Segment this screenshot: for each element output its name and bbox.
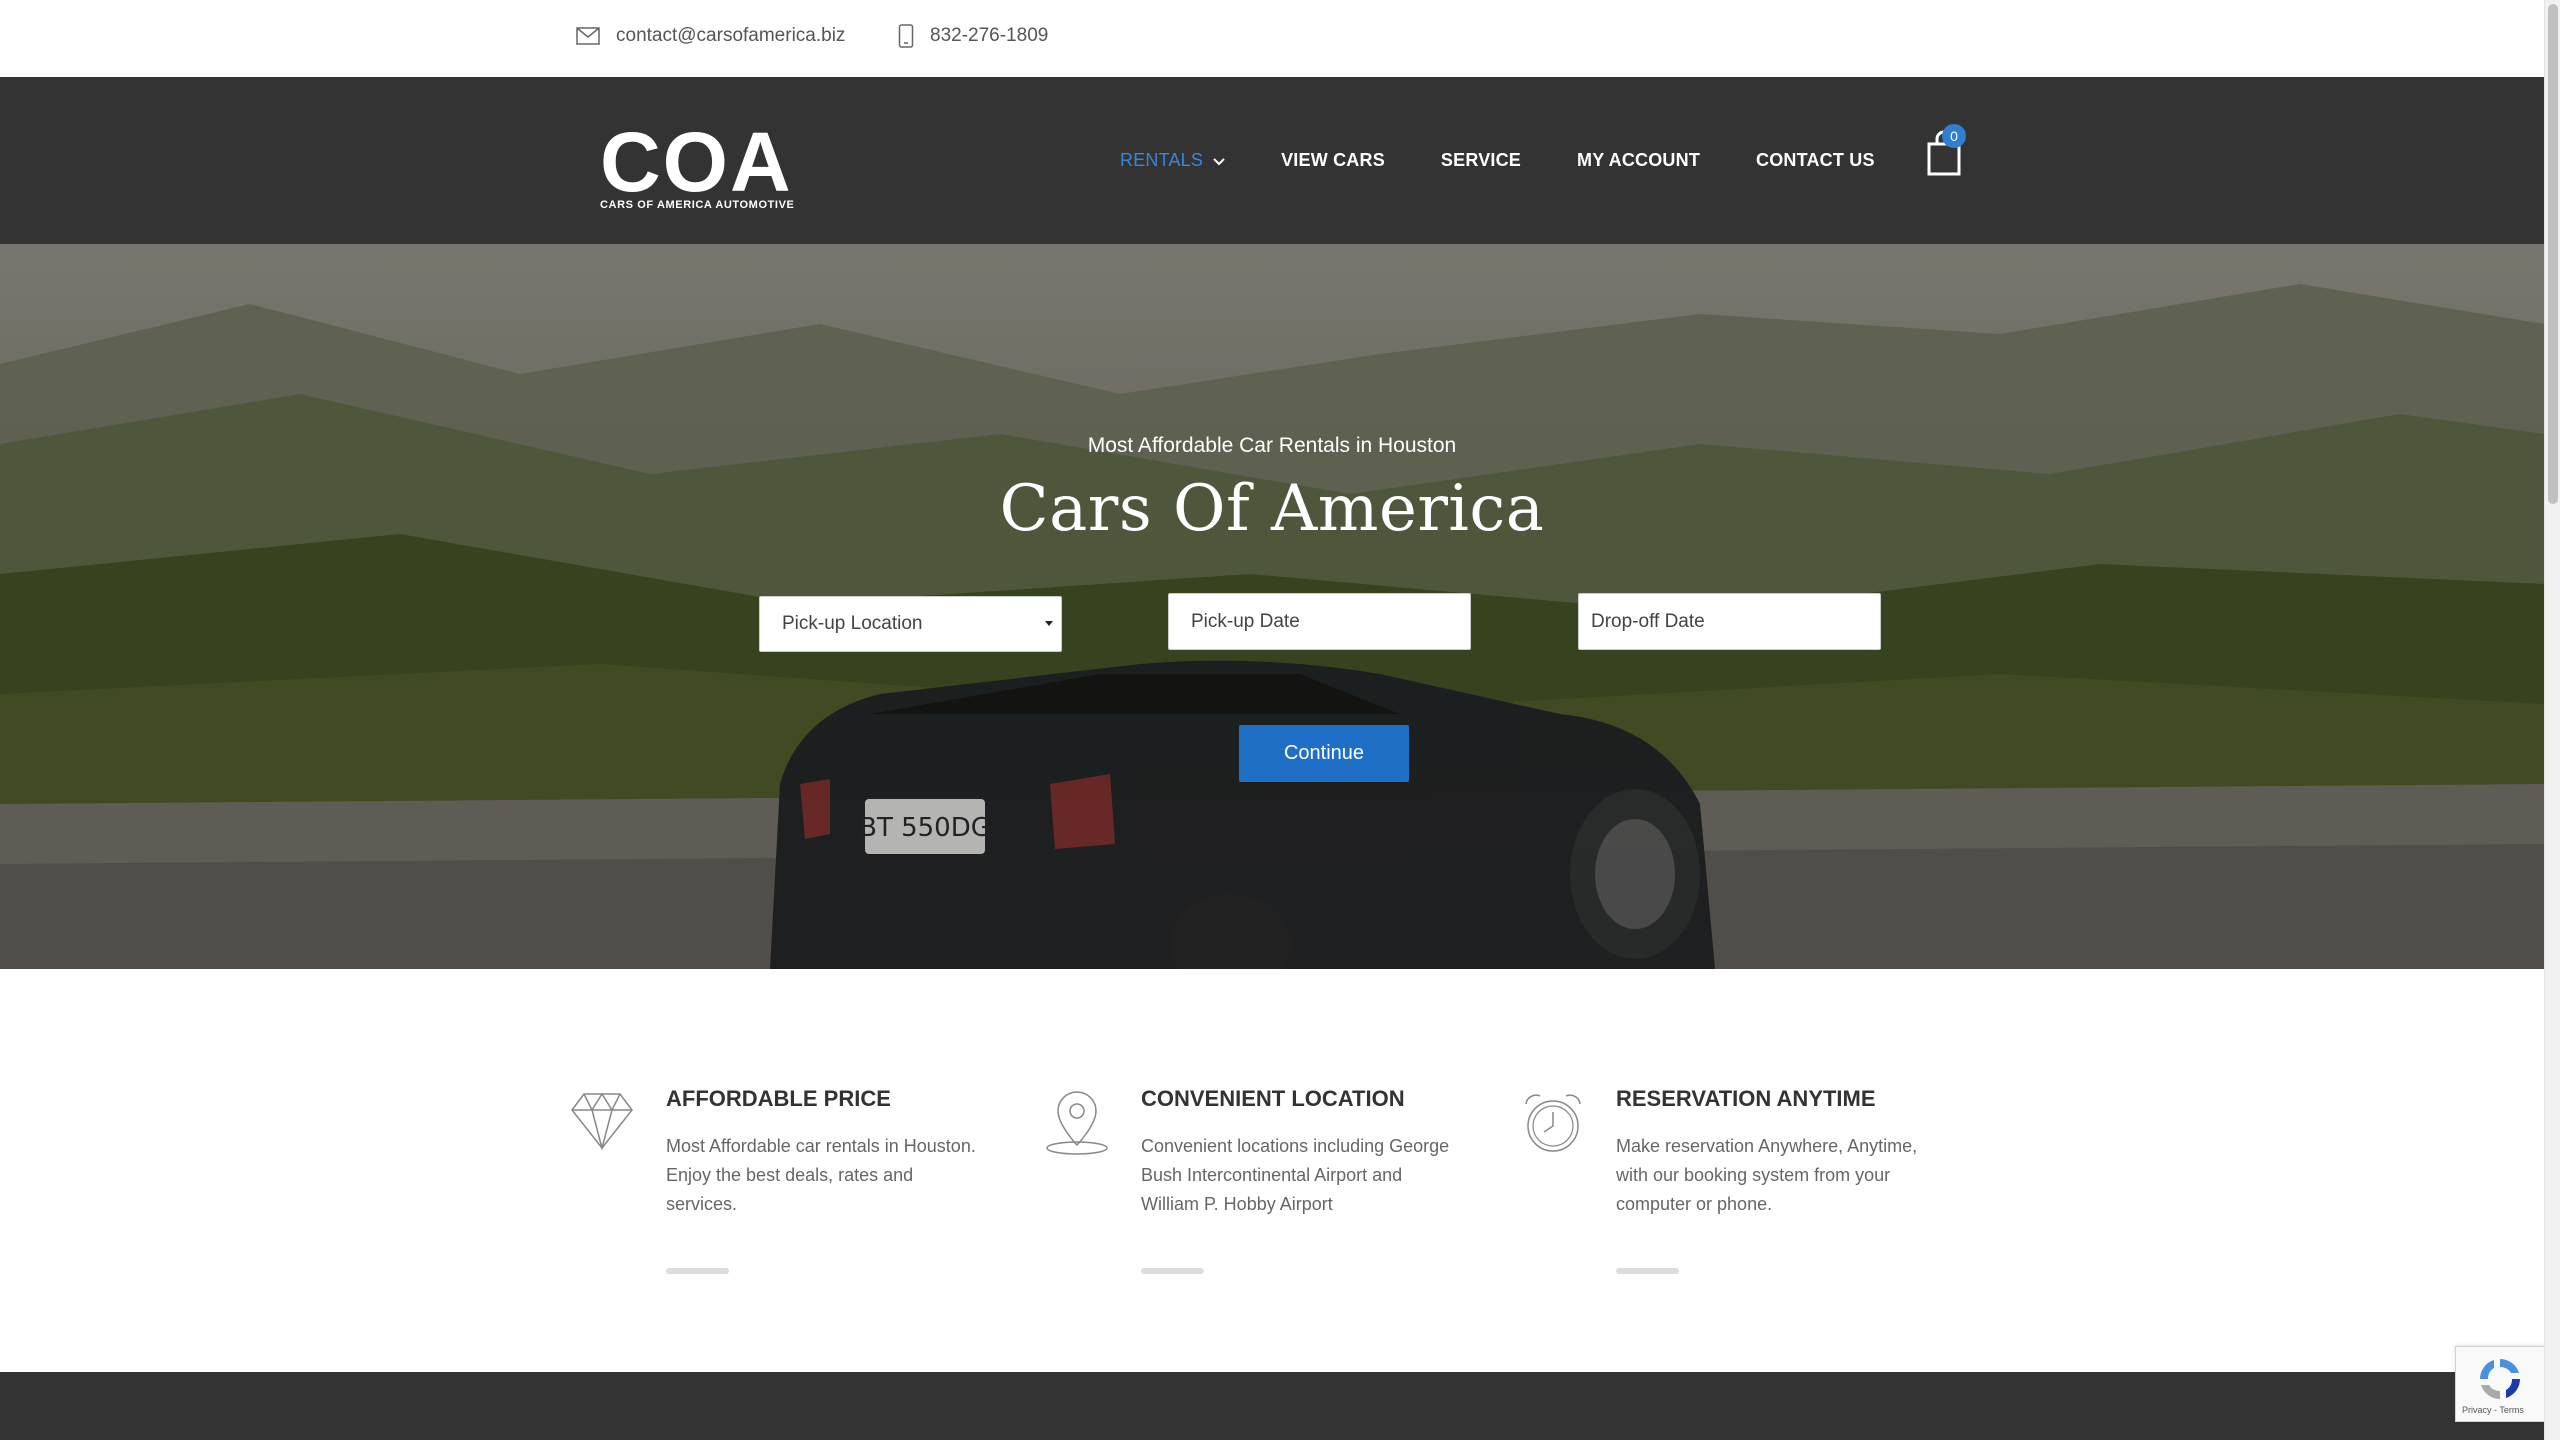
hero-subtitle: Most Affordable Car Rentals in Houston bbox=[1087, 434, 1457, 457]
scrollbar-thumb[interactable] bbox=[2548, 4, 2558, 504]
feature-title: AFFORDABLE PRICE bbox=[666, 1086, 891, 1111]
cart-button[interactable]: 0 bbox=[1924, 124, 1966, 178]
top-contact-bar: contact@carsofamerica.biz 832-276-1809 bbox=[0, 0, 2544, 77]
feature-title: RESERVATION ANYTIME bbox=[1616, 1086, 1876, 1111]
dropoff-date-placeholder: Drop-off Date bbox=[1591, 610, 1705, 632]
feature-divider bbox=[1616, 1268, 1679, 1274]
feature-text: Convenient locations including George Bu… bbox=[1141, 1136, 1450, 1214]
nav-item-label: SERVICE bbox=[1440, 150, 1522, 170]
main-nav: RENTALS VIEW CARS SERVICE MY ACCOUNT CON… bbox=[1120, 77, 1931, 244]
phone-contact[interactable]: 832-276-1809 bbox=[898, 0, 1048, 72]
continue-button[interactable]: Continue bbox=[1239, 725, 1409, 782]
recaptcha-links[interactable]: Privacy - Terms bbox=[2462, 1405, 2524, 1415]
alarm-clock-icon bbox=[1520, 1090, 1586, 1161]
logo-mark: COA bbox=[600, 115, 793, 209]
pickup-date-placeholder: Pick-up Date bbox=[1191, 610, 1300, 632]
email-text[interactable]: contact@carsofamerica.biz bbox=[616, 25, 845, 47]
pickup-location-value: Pick-up Location bbox=[782, 613, 923, 634]
features-section: AFFORDABLE PRICE Most Affordable car ren… bbox=[0, 969, 2544, 1374]
feature-divider bbox=[666, 1268, 729, 1274]
site-header: COA CARS OF AMERICA AUTOMOTIVE RENTALS V… bbox=[0, 77, 2544, 244]
nav-item-my-account[interactable]: MY ACCOUNT bbox=[1577, 150, 1700, 171]
diamond-icon bbox=[570, 1090, 634, 1155]
nav-item-label: VIEW CARS bbox=[1281, 150, 1385, 170]
feature-title: CONVENIENT LOCATION bbox=[1141, 1086, 1405, 1111]
nav-item-service[interactable]: SERVICE bbox=[1441, 150, 1521, 171]
chevron-down-icon bbox=[1213, 150, 1225, 171]
mobile-phone-icon bbox=[898, 24, 914, 48]
recaptcha-badge[interactable]: Privacy - Terms bbox=[2455, 1346, 2544, 1422]
nav-item-rentals[interactable]: RENTALS bbox=[1120, 150, 1225, 171]
feature-text: Most Affordable car rentals in Houston. … bbox=[666, 1136, 976, 1214]
logo-subtitle: CARS OF AMERICA AUTOMOTIVE bbox=[600, 199, 795, 211]
map-pin-icon bbox=[1045, 1090, 1109, 1161]
pickup-location-select[interactable]: Pick-up Location bbox=[759, 596, 1062, 652]
shopping-bag-icon bbox=[1924, 130, 1964, 182]
footer bbox=[0, 1372, 2544, 1440]
nav-item-contact-us[interactable]: CONTACT US bbox=[1756, 150, 1875, 171]
nav-item-label: CONTACT US bbox=[1756, 150, 1875, 170]
feature-text: Make reservation Anywhere, Anytime, with… bbox=[1616, 1136, 1918, 1214]
envelope-icon bbox=[576, 27, 600, 45]
feature-divider bbox=[1141, 1268, 1204, 1274]
cart-count-badge: 0 bbox=[1942, 124, 1966, 148]
phone-text[interactable]: 832-276-1809 bbox=[930, 25, 1048, 47]
pickup-date-input[interactable]: Pick-up Date bbox=[1168, 593, 1471, 650]
page: contact@carsofamerica.biz 832-276-1809 C… bbox=[0, 0, 2544, 1440]
vertical-scrollbar[interactable] bbox=[2544, 0, 2560, 1440]
nav-item-view-cars[interactable]: VIEW CARS bbox=[1281, 150, 1385, 171]
caret-down-icon bbox=[1045, 621, 1053, 626]
hero-section: BT 550DG Most Affordable Car Rentals in … bbox=[0, 244, 2544, 969]
email-contact[interactable]: contact@carsofamerica.biz bbox=[576, 0, 845, 72]
nav-item-label: MY ACCOUNT bbox=[1577, 150, 1701, 170]
dropoff-date-input[interactable]: Drop-off Date bbox=[1578, 593, 1881, 650]
nav-item-label: RENTALS bbox=[1120, 150, 1204, 170]
site-logo[interactable]: COA CARS OF AMERICA AUTOMOTIVE bbox=[600, 115, 795, 211]
hero-title: Cars Of America bbox=[999, 472, 1545, 546]
